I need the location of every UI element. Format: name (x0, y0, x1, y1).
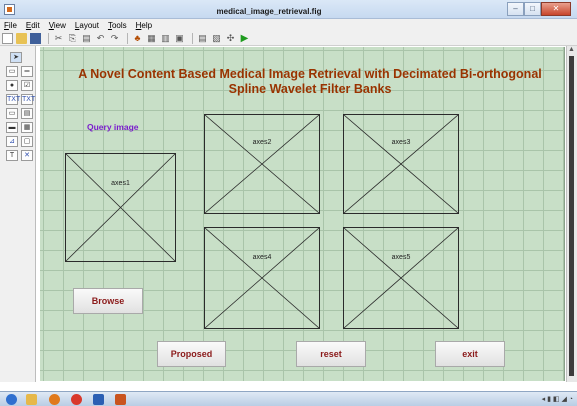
new-icon[interactable] (2, 33, 13, 44)
word-icon[interactable] (93, 394, 104, 405)
axes-cross (66, 154, 175, 261)
axes2[interactable]: axes2 (204, 114, 320, 214)
toolbar: ✂ ⎘ ▤ ↶ ↷ ♣ ▦ ▥ ▣ ▤ ▧ ✣ ▶ (0, 32, 577, 46)
button-group-icon[interactable]: T (6, 150, 18, 161)
taskbar: ◂ ▮ ◧ ◢ ◔ (0, 391, 577, 406)
browse-button[interactable]: Browse (73, 288, 143, 314)
radio-button-icon[interactable]: ● (6, 80, 18, 91)
axes3-label: axes3 (391, 139, 411, 146)
scrollbar-thumb[interactable] (569, 56, 574, 376)
matlab-figure-icon (4, 4, 15, 15)
cut-icon[interactable]: ✂ (53, 33, 64, 44)
firefox-icon[interactable] (49, 394, 60, 405)
exit-button[interactable]: exit (435, 341, 505, 367)
start-icon[interactable] (6, 394, 17, 405)
matlab-icon[interactable] (115, 394, 126, 405)
window-title: medical_image_retrieval.fig (216, 7, 322, 16)
menu-edit[interactable]: Edit (26, 21, 40, 30)
paste-icon[interactable]: ▤ (81, 33, 92, 44)
scroll-up-icon[interactable]: ▲ (568, 46, 575, 53)
reset-button[interactable]: reset (296, 341, 366, 367)
edit-text-icon[interactable]: TXT (6, 94, 20, 105)
menu-bar: File Edit View Layout Tools Help (0, 19, 577, 32)
axes5-label: axes5 (391, 254, 411, 261)
listbox-icon[interactable]: ▤ (21, 108, 33, 119)
axes5[interactable]: axes5 (343, 227, 459, 329)
checkbox-icon[interactable]: ☑ (21, 80, 33, 91)
axes2-label: axes2 (252, 139, 272, 146)
table-icon[interactable]: ▦ (21, 122, 33, 133)
axes4-label: axes4 (252, 254, 272, 261)
window-titlebar: medical_image_retrieval.fig – □ ✕ (0, 0, 577, 19)
object-browser-icon[interactable]: ✣ (225, 33, 236, 44)
copy-icon[interactable]: ⎘ (67, 33, 78, 44)
proposed-button[interactable]: Proposed (157, 341, 226, 367)
editor-icon[interactable]: ▤ (197, 33, 208, 44)
chrome-icon[interactable] (71, 394, 82, 405)
toolbar-editor-icon[interactable]: ▣ (174, 33, 185, 44)
toolbar-separator (48, 33, 49, 44)
close-button[interactable]: ✕ (541, 2, 571, 16)
toolbar-separator (192, 33, 193, 44)
axes-icon[interactable]: ⊿ (6, 136, 18, 147)
figure-title: A Novel Content Based Medical Image Retr… (78, 67, 542, 96)
menu-tools[interactable]: Tools (108, 21, 127, 30)
popup-menu-icon[interactable]: ▭ (6, 108, 18, 119)
axes1-label: axes1 (111, 180, 130, 187)
slider-icon[interactable]: ═ (21, 66, 33, 77)
axes-cross (205, 115, 319, 213)
layout-canvas[interactable]: A Novel Content Based Medical Image Retr… (40, 47, 565, 381)
axes-cross (205, 228, 319, 328)
minimize-button[interactable]: – (507, 2, 524, 16)
toolbar-separator (127, 33, 128, 44)
run-icon[interactable]: ▶ (239, 33, 250, 44)
axes4[interactable]: axes4 (204, 227, 320, 329)
toggle-button-icon[interactable]: ▬ (6, 122, 18, 133)
panel-icon[interactable]: ▢ (21, 136, 33, 147)
redo-icon[interactable]: ↷ (109, 33, 120, 44)
menu-editor-icon[interactable]: ▦ (146, 33, 157, 44)
menu-help[interactable]: Help (136, 21, 152, 30)
menu-layout[interactable]: Layout (75, 21, 99, 30)
menu-view[interactable]: View (49, 21, 66, 30)
save-icon[interactable] (30, 33, 41, 44)
component-palette: ➤ ▭ ═ ● ☑ TXT TXT ▭ ▤ ▬ ▦ ⊿ ▢ T ✕ (0, 46, 36, 382)
select-icon[interactable]: ➤ (10, 52, 22, 63)
system-tray-icons: ◂ ▮ ◧ ◢ ◔ (541, 396, 573, 403)
explorer-icon[interactable] (26, 394, 37, 405)
axes-cross (344, 228, 458, 328)
axes3[interactable]: axes3 (343, 114, 459, 214)
query-image-label: Query image (87, 122, 139, 132)
open-icon[interactable] (16, 33, 27, 44)
axes-cross (344, 115, 458, 213)
pushbutton-icon[interactable]: ▭ (6, 66, 18, 77)
menu-file[interactable]: File (4, 21, 17, 30)
property-inspector-icon[interactable]: ▧ (211, 33, 222, 44)
window-controls: – □ ✕ (507, 2, 571, 16)
tab-order-icon[interactable]: ▥ (160, 33, 171, 44)
undo-icon[interactable]: ↶ (95, 33, 106, 44)
activex-icon[interactable]: ✕ (21, 150, 33, 161)
align-icon[interactable]: ♣ (132, 33, 143, 44)
vertical-scrollbar[interactable]: ▲ (566, 46, 577, 382)
maximize-button[interactable]: □ (524, 2, 541, 16)
axes1[interactable]: axes1 (65, 153, 176, 262)
static-text-icon[interactable]: TXT (21, 94, 35, 105)
